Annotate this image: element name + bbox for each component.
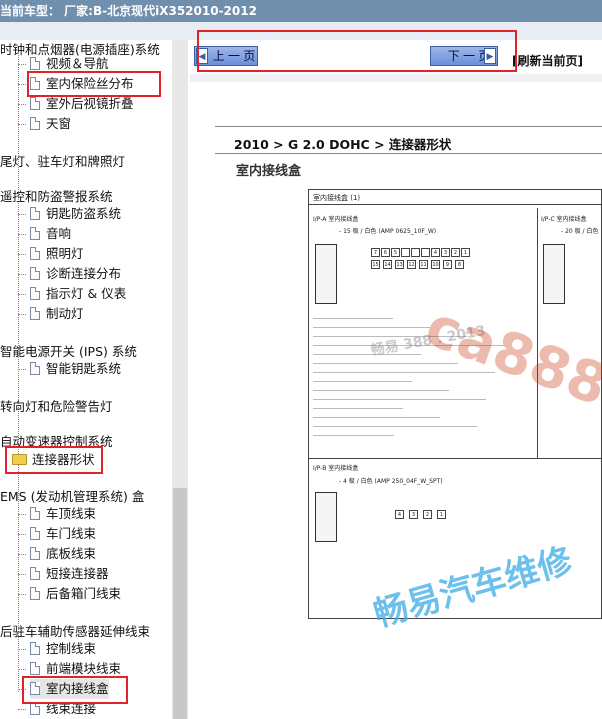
connector-pin: 2 (451, 248, 460, 257)
highlight-box (22, 676, 128, 704)
divider (215, 153, 602, 154)
current-model-label: 当前车型： 厂家:B-北京现代iX352010-2012 (0, 4, 257, 18)
tree-group-turn-signal[interactable]: 转向灯和危险警告灯 (0, 397, 113, 417)
document-subtitle: 室内接线盒 (236, 164, 302, 179)
pin-table-row (313, 318, 393, 319)
panel-b-spec: - 4 极 / 白色 (AMP 250_04F_W_SPT) (339, 478, 443, 485)
pin-table-row (313, 336, 467, 337)
tree-item-smart-key[interactable]: 智能钥匙系统 (30, 359, 121, 379)
tree-item-audio[interactable]: 音响 (30, 224, 71, 244)
pin-table-row (313, 390, 449, 391)
connector-pin: 1 (461, 248, 470, 257)
connector-diagram: 室内接线盒 (1) I/P-A 室内接线盒 - 15 极 / 白色 (AMP 0… (308, 189, 602, 619)
document-icon (30, 307, 40, 320)
tree-item-brake-lamp[interactable]: 制动灯 (30, 304, 84, 324)
connector-pin: 5 (391, 248, 400, 257)
tree-item-floor-harness[interactable]: 底板线束 (30, 544, 96, 564)
tree-item-mirror-fold[interactable]: 室外后视镜折叠 (30, 94, 134, 114)
tree-item-lighting[interactable]: 照明灯 (30, 244, 84, 264)
pin-table-row (313, 435, 394, 436)
connector-pin: 14 (383, 260, 392, 269)
pin-table-row (313, 345, 504, 346)
highlight-box (27, 71, 161, 97)
divider (190, 74, 602, 82)
tree-item-door-harness[interactable]: 车门线束 (30, 524, 96, 544)
connector-pin: 11 (419, 260, 428, 269)
document-breadcrumb: 2010 > G 2.0 DOHC > 连接器形状 (234, 137, 452, 152)
connector-pin (421, 248, 430, 257)
connector-pin: 12 (407, 260, 416, 269)
navigation-tree[interactable]: 时钟和点烟器(电源插座)系统 视频＆导航 室内保险丝分布 室外后视镜折叠 天窗 … (0, 40, 172, 719)
connector-pin: 10 (431, 260, 440, 269)
tree-item-short-connector[interactable]: 短接连接器 (30, 564, 109, 584)
connector-pin: 6 (381, 248, 390, 257)
window-title-bar: 当前车型： 厂家:B-北京现代iX352010-2012 (0, 0, 602, 22)
connector-pin (401, 248, 410, 257)
document-icon (30, 547, 40, 560)
tree-item-indicators[interactable]: 指示灯 & 仪表 (30, 284, 126, 304)
refresh-page-link[interactable]: [刷新当前页] (512, 52, 583, 69)
connector-pin: 9 (443, 260, 452, 269)
diagram-header: 室内接线盒 (1) (313, 194, 361, 202)
document-icon (30, 227, 40, 240)
pin-table-row (313, 426, 477, 427)
document-icon (30, 587, 40, 600)
panel-c-code: I/P-C 室内接线盒 (541, 216, 587, 223)
pin-table-row (313, 327, 430, 328)
connector-side-view (543, 244, 565, 304)
connector-pin: 3 (409, 510, 418, 519)
tree-item-roof-harness[interactable]: 车顶线束 (30, 504, 96, 524)
connector-pin: 15 (371, 260, 380, 269)
document-icon (30, 117, 40, 130)
pin-table-row (313, 381, 412, 382)
highlight-box (197, 30, 517, 72)
connector-pin: 8 (455, 260, 464, 269)
divider (215, 126, 602, 127)
connector-pin: 2 (423, 510, 432, 519)
panel-b-code: I/P-B 室内接线盒 (313, 465, 359, 472)
pin-table-row (313, 354, 421, 355)
connector-pin: 13 (395, 260, 404, 269)
connector-pin: 4 (431, 248, 440, 257)
pin-table-row (313, 417, 440, 418)
tree-item-control-harness[interactable]: 控制线束 (30, 639, 96, 659)
pin-table-row (313, 399, 486, 400)
pin-table-row (313, 372, 495, 373)
document-icon (30, 507, 40, 520)
tree-group-tail-lamps[interactable]: 尾灯、驻车灯和牌照灯 (0, 152, 125, 172)
tree-item-immobilizer[interactable]: 钥匙防盗系统 (30, 204, 121, 224)
document-icon (30, 567, 40, 580)
pin-table-row (313, 408, 403, 409)
tree-scrollbar-thumb[interactable] (173, 488, 187, 719)
tree-item-tailgate-harness[interactable]: 后备箱门线束 (30, 584, 121, 604)
document-icon (30, 267, 40, 280)
connector-pin: 3 (441, 248, 450, 257)
connector-pin: 7 (371, 248, 380, 257)
panel-a-spec: - 15 极 / 白色 (AMP 0625_10F_W) (339, 228, 437, 235)
connector-pin: 4 (395, 510, 404, 519)
connector-side-view (315, 492, 337, 542)
connector-pin (411, 248, 420, 257)
panel-c-spec: - 20 极 / 白色 (561, 228, 599, 235)
tree-item-diagnostic[interactable]: 诊断连接分布 (30, 264, 121, 284)
tree-item-sunroof[interactable]: 天窗 (30, 114, 71, 134)
document-icon (30, 287, 40, 300)
pin-table-row (313, 363, 458, 364)
document-icon (30, 97, 40, 110)
document-icon (30, 57, 40, 70)
highlight-box (5, 446, 103, 474)
document-icon (30, 662, 40, 675)
document-icon (30, 642, 40, 655)
document-icon (30, 527, 40, 540)
connector-pin: 1 (437, 510, 446, 519)
document-icon (30, 247, 40, 260)
panel-a-code: I/P-A 室内接线盒 (313, 216, 359, 223)
document-icon (30, 207, 40, 220)
document-icon (30, 362, 40, 375)
connector-side-view (315, 244, 337, 304)
